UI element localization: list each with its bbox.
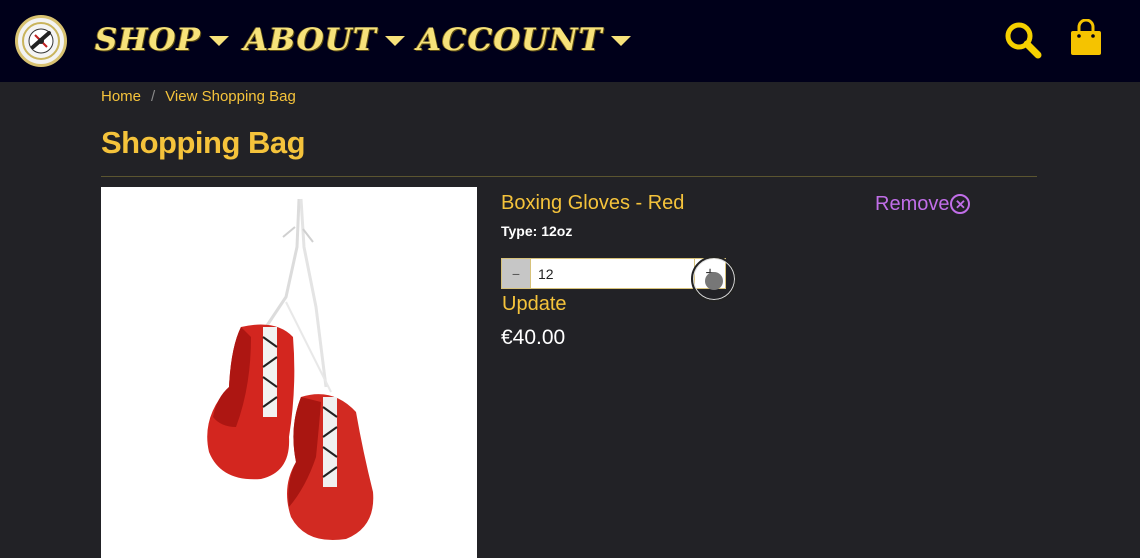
breadcrumb-separator: / [151,87,156,105]
minus-icon: − [511,265,521,282]
nav-about-label: ABOUT [244,22,377,58]
remove-label: Remove [875,192,950,215]
nav-shop-label: SHOP [95,22,201,58]
product-type: Type: 12oz [501,223,573,239]
breadcrumb-home-link[interactable]: Home [101,88,141,105]
product-name[interactable]: Boxing Gloves - Red [501,192,684,215]
chevron-down-icon [384,36,405,46]
plus-icon: + [705,264,715,282]
divider [101,176,1037,177]
close-circle-icon: ✕ [950,194,971,214]
page-title: Shopping Bag [101,125,306,160]
nav-shop-dropdown[interactable]: SHOP [95,20,229,60]
chevron-down-icon [610,36,631,46]
breadcrumb: Home / View Shopping Bag [101,85,296,107]
breadcrumb-current-link[interactable]: View Shopping Bag [165,88,296,105]
club-logo-icon[interactable] [15,15,67,67]
quantity-stepper: − + [501,258,726,289]
red-boxing-gloves-image [207,198,374,541]
product-image [101,187,477,558]
update-quantity-link[interactable]: Update [502,293,567,316]
quantity-input[interactable] [532,259,694,288]
nav-account-dropdown[interactable]: ACCOUNT [417,20,631,60]
nav-account-label: ACCOUNT [417,22,603,58]
remove-item-button[interactable]: Remove ✕ [875,192,971,216]
item-price: €40.00 [501,326,566,349]
navbar: SHOP ABOUT ACCOUNT [0,0,1140,82]
search-icon[interactable] [1003,20,1043,60]
nav-about-dropdown[interactable]: ABOUT [244,20,405,60]
shopping-bag-icon[interactable] [1068,18,1104,57]
chevron-down-icon [209,36,229,46]
decrement-button[interactable]: − [502,259,531,288]
increment-button[interactable]: + [694,259,725,288]
